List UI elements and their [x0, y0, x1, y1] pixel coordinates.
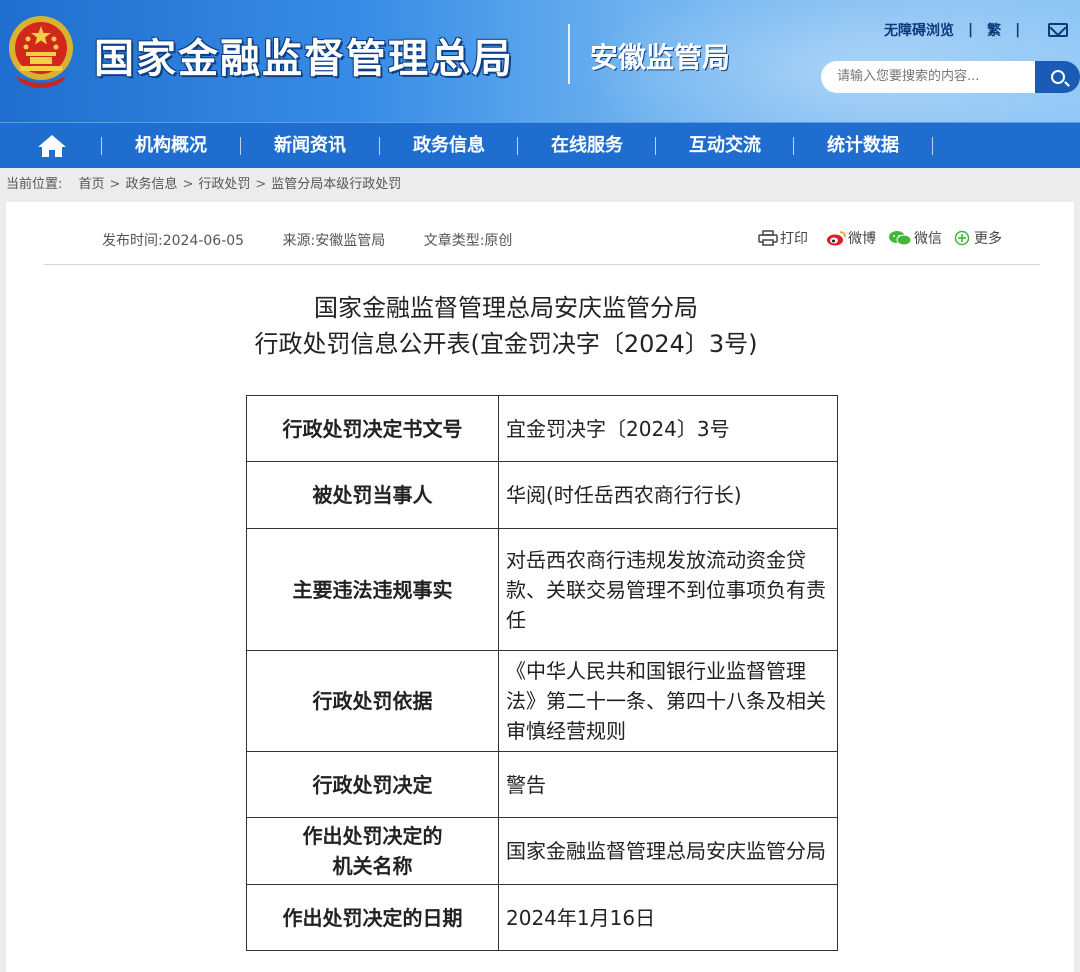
table-value-cell: 对岳西农商行违规发放流动资金贷款、关联交易管理不到位事项负有责任: [498, 528, 838, 651]
article-meta: 发布时间:2024-06-05 来源:安徽监管局 文章类型:原创: [102, 230, 546, 250]
breadcrumb-arrow: >: [255, 177, 267, 192]
nav-item-statistics[interactable]: 统计数据: [794, 123, 932, 169]
meta-divider: [44, 264, 1040, 265]
nav-separator: [932, 137, 933, 155]
national-emblem-icon[interactable]: [6, 14, 76, 88]
document-title-line1: 国家金融监督管理总局安庆监管分局: [314, 294, 698, 322]
print-label: 打印: [780, 231, 808, 247]
table-row: 作出处罚决定的日期 2024年1月16日: [246, 884, 838, 951]
breadcrumb: 当前位置: 首页 > 政务信息 > 行政处罚 > 监管分局本级行政处罚: [6, 172, 401, 198]
more-label: 更多: [974, 231, 1002, 247]
mail-icon[interactable]: [1048, 23, 1069, 37]
wechat-share-button[interactable]: 微信: [888, 228, 942, 248]
traditional-chinese-link[interactable]: 繁: [987, 20, 1001, 40]
article-source: 来源:安徽监管局: [282, 233, 386, 249]
sub-title[interactable]: 安徽监管局: [590, 36, 730, 76]
home-icon[interactable]: [36, 133, 68, 159]
article-type: 文章类型:原创: [423, 233, 513, 249]
table-row: 作出处罚决定的 机关名称 国家金融监督管理总局安庆监管分局: [246, 817, 838, 885]
nav-item-online-service[interactable]: 在线服务: [518, 123, 656, 169]
plus-circle-icon: [954, 230, 970, 246]
site-title[interactable]: 国家金融监督管理总局: [94, 26, 514, 84]
accessibility-link[interactable]: 无障碍浏览: [884, 20, 954, 40]
table-key-cell: 行政处罚决定书文号: [246, 395, 499, 462]
nav-item-news[interactable]: 新闻资讯: [241, 123, 379, 169]
breadcrumb-label: 当前位置:: [6, 177, 63, 192]
table-row: 主要违法违规事实 对岳西农商行违规发放流动资金贷款、关联交易管理不到位事项负有责…: [246, 528, 838, 651]
wechat-icon: [889, 231, 912, 246]
table-value-cell: 《中华人民共和国银行业监督管理法》第二十一条、第四十八条及相关审慎经营规则: [498, 650, 838, 752]
table-value-cell: 2024年1月16日: [498, 884, 838, 951]
table-value-cell: 警告: [498, 751, 838, 818]
table-key-cell: 行政处罚依据: [246, 650, 499, 752]
breadcrumb-branch-penalty[interactable]: 监管分局本级行政处罚: [271, 177, 401, 192]
breadcrumb-arrow: >: [182, 177, 194, 192]
breadcrumb-government-info[interactable]: 政务信息: [125, 177, 177, 192]
document-title-line2: 行政处罚信息公开表(宜金罚决字〔2024〕3号): [254, 330, 758, 358]
share-bar: 打印 微博 微信 更多: [758, 228, 1014, 248]
table-row: 行政处罚决定 警告: [246, 751, 838, 818]
table-key-cell: 主要违法违规事实: [246, 528, 499, 651]
top-link-separator: |: [1015, 22, 1021, 38]
weibo-icon: [827, 231, 846, 246]
printer-icon: [758, 230, 778, 246]
top-link-separator: |: [968, 22, 974, 38]
search-input[interactable]: [821, 61, 1035, 93]
site-header: 国家金融监督管理总局 安徽监管局 无障碍浏览 | 繁 |: [0, 0, 1080, 122]
table-key-cell: 行政处罚决定: [246, 751, 499, 818]
breadcrumb-home[interactable]: 首页: [79, 177, 105, 192]
breadcrumb-penalty[interactable]: 行政处罚: [198, 177, 250, 192]
table-value-cell: 华阅(时任岳西农商行行长): [498, 461, 838, 529]
main-nav: 机构概况 新闻资讯 政务信息 在线服务 互动交流 统计数据: [0, 122, 1080, 168]
weibo-label: 微博: [848, 231, 876, 247]
table-key-cell: 作出处罚决定的 机关名称: [246, 817, 499, 885]
nav-item-interaction[interactable]: 互动交流: [656, 123, 794, 169]
table-key-line2: 机关名称: [332, 854, 413, 878]
print-button[interactable]: 打印: [758, 228, 808, 248]
table-row: 行政处罚决定书文号 宜金罚决字〔2024〕3号: [246, 395, 838, 462]
wechat-label: 微信: [914, 231, 942, 247]
table-row: 被处罚当事人 华阅(时任岳西农商行行长): [246, 461, 838, 529]
document-title: 国家金融监督管理总局安庆监管分局 行政处罚信息公开表(宜金罚决字〔2024〕3号…: [6, 290, 1006, 362]
table-value-cell: 宜金罚决字〔2024〕3号: [498, 395, 838, 462]
weibo-share-button[interactable]: 微博: [826, 228, 876, 248]
table-key-cell: 作出处罚决定的日期: [246, 884, 499, 951]
nav-item-about[interactable]: 机构概况: [102, 123, 240, 169]
title-divider: [568, 24, 570, 84]
top-links: 无障碍浏览 | 繁 |: [884, 20, 1069, 40]
penalty-info-table: 行政处罚决定书文号 宜金罚决字〔2024〕3号 被处罚当事人 华阅(时任岳西农商…: [246, 395, 838, 951]
table-row: 行政处罚依据 《中华人民共和国银行业监督管理法》第二十一条、第四十八条及相关审慎…: [246, 650, 838, 752]
search-button[interactable]: [1035, 61, 1080, 93]
breadcrumb-arrow: >: [109, 177, 121, 192]
more-share-button[interactable]: 更多: [954, 228, 1002, 248]
table-key-line1: 作出处罚决定的: [302, 824, 443, 848]
publish-time: 发布时间:2024-06-05: [102, 233, 245, 249]
table-key-cell: 被处罚当事人: [246, 461, 499, 529]
nav-item-government-info[interactable]: 政务信息: [380, 123, 518, 169]
table-value-cell: 国家金融监督管理总局安庆监管分局: [498, 817, 838, 885]
search-icon: [1050, 70, 1065, 84]
article-card: 发布时间:2024-06-05 来源:安徽监管局 文章类型:原创 打印 微博 微…: [6, 202, 1074, 972]
